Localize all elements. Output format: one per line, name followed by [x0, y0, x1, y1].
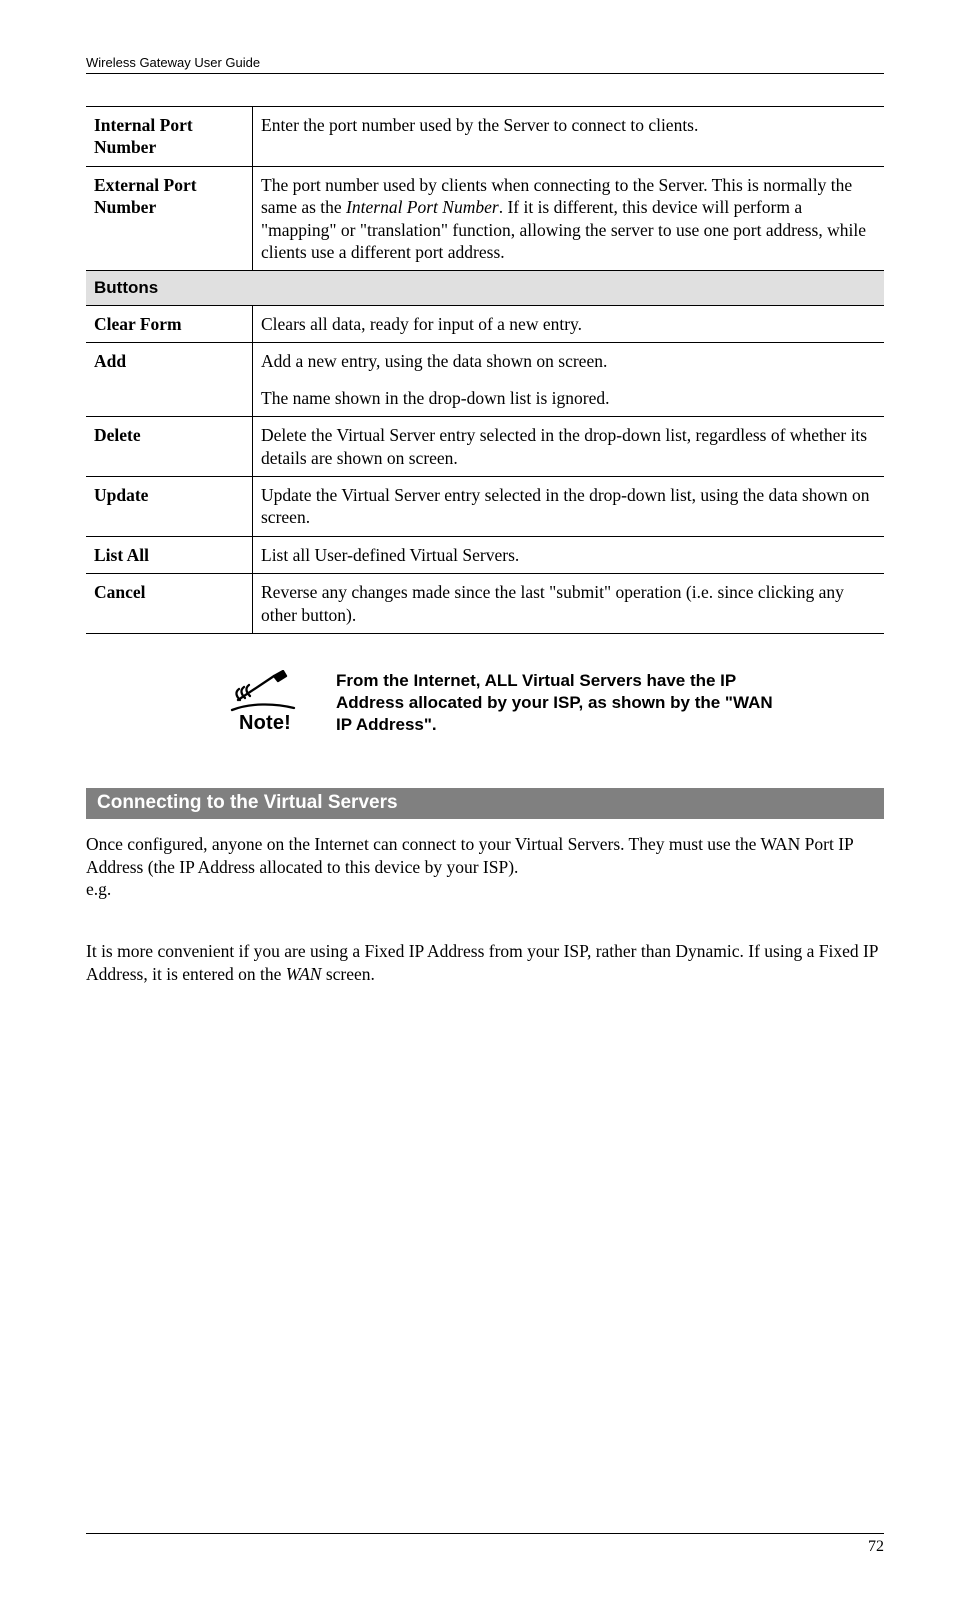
section-para-1: Once configured, anyone on the Internet …	[86, 833, 884, 900]
row-label-cancel: Cancel	[86, 574, 253, 634]
section-para-2: It is more convenient if you are using a…	[86, 940, 884, 985]
page-number: 72	[868, 1538, 884, 1555]
row-label-list-all: List All	[86, 536, 253, 573]
row-label-add: Add	[86, 343, 253, 417]
row-label-update: Update	[86, 477, 253, 537]
definitions-table: Internal Port Number Enter the port numb…	[86, 106, 884, 634]
table-row: List All List all User-defined Virtual S…	[86, 536, 884, 573]
note-text: From the Internet, ALL Virtual Servers h…	[336, 664, 784, 736]
note-block: Note! From the Internet, ALL Virtual Ser…	[224, 664, 784, 736]
row-label-clear-form: Clear Form	[86, 306, 253, 343]
section-para1-text: Once configured, anyone on the Internet …	[86, 834, 853, 876]
buttons-header-row: Buttons	[86, 271, 884, 306]
table-row: Update Update the Virtual Server entry s…	[86, 477, 884, 537]
header-title: Wireless Gateway User Guide	[86, 55, 884, 74]
row-label-external-port: External Port Number	[86, 166, 253, 271]
row-text-italic: Internal Port Number	[346, 197, 499, 217]
row-text-update: Update the Virtual Server entry selected…	[253, 477, 885, 537]
table-row: Internal Port Number Enter the port numb…	[86, 107, 884, 167]
table-row: External Port Number The port number use…	[86, 166, 884, 271]
row-text-cancel: Reverse any changes made since the last …	[253, 574, 885, 634]
section-para1b-text: e.g.	[86, 879, 111, 899]
row-text-add-2: The name shown in the drop-down list is …	[253, 380, 885, 417]
note-icon-wrap: Note!	[224, 664, 306, 735]
note-label: Note!	[224, 712, 306, 735]
table-row: Clear Form Clears all data, ready for in…	[86, 306, 884, 343]
row-text-clear-form: Clears all data, ready for input of a ne…	[253, 306, 885, 343]
pen-hand-icon	[230, 670, 300, 714]
table-row: Cancel Reverse any changes made since th…	[86, 574, 884, 634]
row-text-list-all: List all User-defined Virtual Servers.	[253, 536, 885, 573]
table-row: Delete Delete the Virtual Server entry s…	[86, 417, 884, 477]
row-label-delete: Delete	[86, 417, 253, 477]
buttons-header: Buttons	[86, 271, 884, 306]
table-row: Add Add a new entry, using the data show…	[86, 343, 884, 380]
section-para2-pre: It is more convenient if you are using a…	[86, 941, 878, 983]
footer: 72	[86, 1533, 884, 1556]
section-para2-post: screen.	[321, 964, 374, 984]
row-text-delete: Delete the Virtual Server entry selected…	[253, 417, 885, 477]
section-para2-italic: WAN	[286, 964, 322, 984]
row-label-internal-port: Internal Port Number	[86, 107, 253, 167]
section-heading-connecting: Connecting to the Virtual Servers	[86, 788, 884, 819]
row-text-internal-port: Enter the port number used by the Server…	[253, 107, 885, 167]
row-text-external-port: The port number used by clients when con…	[253, 166, 885, 271]
row-text-add-1: Add a new entry, using the data shown on…	[253, 343, 885, 380]
